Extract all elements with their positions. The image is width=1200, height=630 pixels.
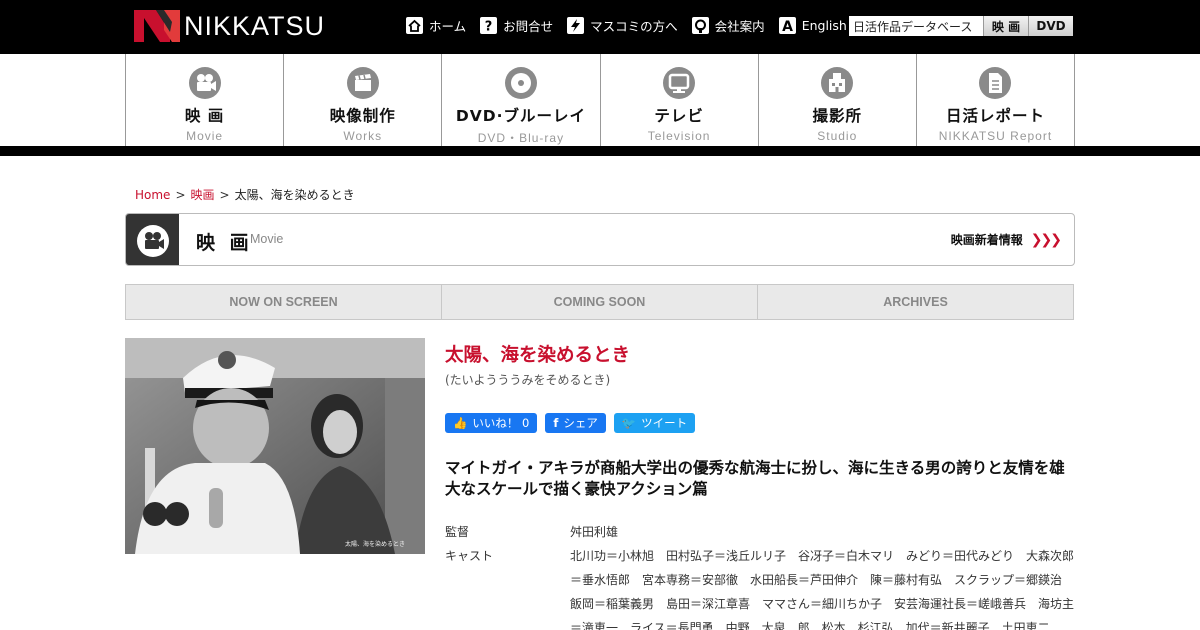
credit-value: 舛田利雄 [570,525,619,539]
document-icon [979,67,1012,99]
movie-still-image: 太陽、海を染めるとき [125,338,425,554]
tweet-button[interactable]: 🐦 ツイート [613,413,696,433]
facebook-icon: f [553,416,559,430]
svg-text:A: A [782,19,793,34]
press-link-label: マスコミの方へ [590,19,678,34]
film-camera-icon [188,67,221,99]
home-link-label: ホーム [429,19,467,34]
nikkatsu-logo[interactable]: NIKKATSU [134,10,325,42]
nav-item-tv[interactable]: テレビ Television [601,54,759,146]
nav-bottom-bar [0,146,1200,156]
credit-value: 北川功＝小林旭 田村弘子＝浅丘ルリ子 谷冴子＝白木マリ みどり＝田代みどり 大森… [570,549,1075,630]
search-input[interactable] [849,16,983,36]
english-link-label: English [801,18,847,33]
disc-icon [504,67,537,99]
home-link[interactable]: ホーム [406,16,466,35]
nav-item-report-label: 日活レポート [945,107,1045,125]
clapperboard-icon [346,67,379,99]
main-nav: 映 画 Movie 映像制作 Works DVD·ブルーレイ DVD・Blu-r… [125,54,1076,146]
like-label: いいね！ 0 [472,416,530,430]
movie-still-illustration: 太陽、海を染めるとき [125,338,425,554]
nav-item-dvd[interactable]: DVD·ブルーレイ DVD・Blu-ray [442,54,601,146]
search-dvd-button[interactable]: DVD [1028,16,1073,36]
breadcrumb-home[interactable]: Home [135,188,170,202]
svg-text:?: ? [485,20,493,35]
question-icon: ? [480,17,498,35]
contact-link[interactable]: ? お問合せ [480,16,553,35]
credit-label: 監督 [445,525,470,539]
nav-item-works[interactable]: 映像制作 Works [284,54,443,146]
triple-chevron-icon: ❯❯❯ [1030,231,1062,248]
tab-coming-soon[interactable]: COMING SOON [442,285,758,319]
thumbs-up-icon: 👍 [453,416,468,430]
nav-item-tv-sublabel: Television [647,129,711,143]
nav-item-movie-sublabel: Movie [186,129,224,143]
press-link[interactable]: マスコミの方へ [567,16,678,35]
lightning-icon [567,17,585,34]
share-label: シェア [563,416,598,430]
nav-item-works-sublabel: Works [343,129,383,143]
nav-item-works-label: 映像制作 [329,107,396,125]
tv-icon [663,67,696,99]
credit-row-director: 監督 舛田利雄 [445,520,1075,544]
english-link[interactable]: A English [778,17,847,34]
section-subtitle: Movie [250,232,284,246]
company-link[interactable]: 会社案内 [691,16,765,35]
section-title: 映 画 [196,232,253,254]
nav-item-report[interactable]: 日活レポート NIKKATSU Report [917,54,1076,146]
tab-archives[interactable]: ARCHIVES [758,285,1073,319]
movie-tabs: NOW ON SCREEN COMING SOON ARCHIVES [125,284,1074,320]
contact-link-label: お問合せ [503,19,554,34]
credit-row-cast: キャスト 北川功＝小林旭 田村弘子＝浅丘ルリ子 谷冴子＝白木マリ みどり＝田代み… [445,544,1075,630]
social-buttons: 👍 いいね！ 0 f シェア 🐦 ツイート [445,413,703,433]
nav-item-tv-label: テレビ [654,107,704,125]
breadcrumb-movie[interactable]: 映画 [191,186,215,203]
nav-item-studio-sublabel: Studio [817,129,858,143]
credit-label: キャスト [445,549,494,563]
movie-title: 太陽、海を染めるとき [445,345,631,366]
logo-mark-icon [134,10,180,42]
nav-item-movie[interactable]: 映 画 Movie [126,54,285,146]
utility-links: ホーム ? お問合せ マスコミの方へ 会社案内 A English [406,16,861,35]
breadcrumb: Home > 映画 > 太陽、海を染めるとき [135,186,355,203]
home-icon [406,17,423,34]
breadcrumb-current: 太陽、海を染めるとき [234,188,355,202]
breadcrumb-separator: > [175,187,186,202]
database-search: 映 画 DVD [849,16,1073,36]
nav-item-dvd-sublabel: DVD・Blu-ray [477,131,565,145]
movie-news-link[interactable]: 映画新着情報 ❯❯❯ [950,231,1062,248]
breadcrumb-separator: > [219,187,230,202]
building-icon [691,17,709,34]
nav-item-dvd-label: DVD·ブルーレイ [455,107,586,125]
top-bar: NIKKATSU ホーム ? お問合せ マスコミの方へ 会社案内 A Engli… [0,0,1200,54]
movie-title-kana: (たいようううみをそめるとき) [445,373,611,387]
nav-item-studio-label: 撮影所 [812,107,863,125]
facebook-like-button[interactable]: 👍 いいね！ 0 [445,413,538,433]
letter-a-icon: A [778,17,796,34]
facebook-share-button[interactable]: f シェア [545,413,606,433]
studio-icon [821,67,854,99]
section-icon-box [126,214,179,265]
tab-now-on-screen[interactable]: NOW ON SCREEN [126,285,442,319]
tweet-label: ツイート [641,416,688,430]
nav-item-studio[interactable]: 撮影所 Studio [759,54,917,146]
twitter-bird-icon: 🐦 [621,416,637,430]
still-caption: 太陽、海を染めるとき [345,540,405,548]
movie-tagline: マイトガイ・アキラが商船大学出の優秀な航海士に扮し、海に生きる男の誇りと友情を雄… [445,459,1065,498]
search-movie-button[interactable]: 映 画 [983,16,1028,36]
company-link-label: 会社案内 [714,19,765,34]
film-camera-icon [136,224,169,257]
nav-item-report-sublabel: NIKKATSU Report [938,129,1053,143]
section-header: 映 画 Movie 映画新着情報 ❯❯❯ [125,213,1075,266]
credits-table: 監督 舛田利雄 キャスト 北川功＝小林旭 田村弘子＝浅丘ルリ子 谷冴子＝白木マリ… [445,520,1075,630]
nav-item-movie-label: 映 画 [184,107,225,125]
logo-text: NIKKATSU [184,10,326,41]
movie-news-label: 映画新着情報 [950,233,1023,247]
